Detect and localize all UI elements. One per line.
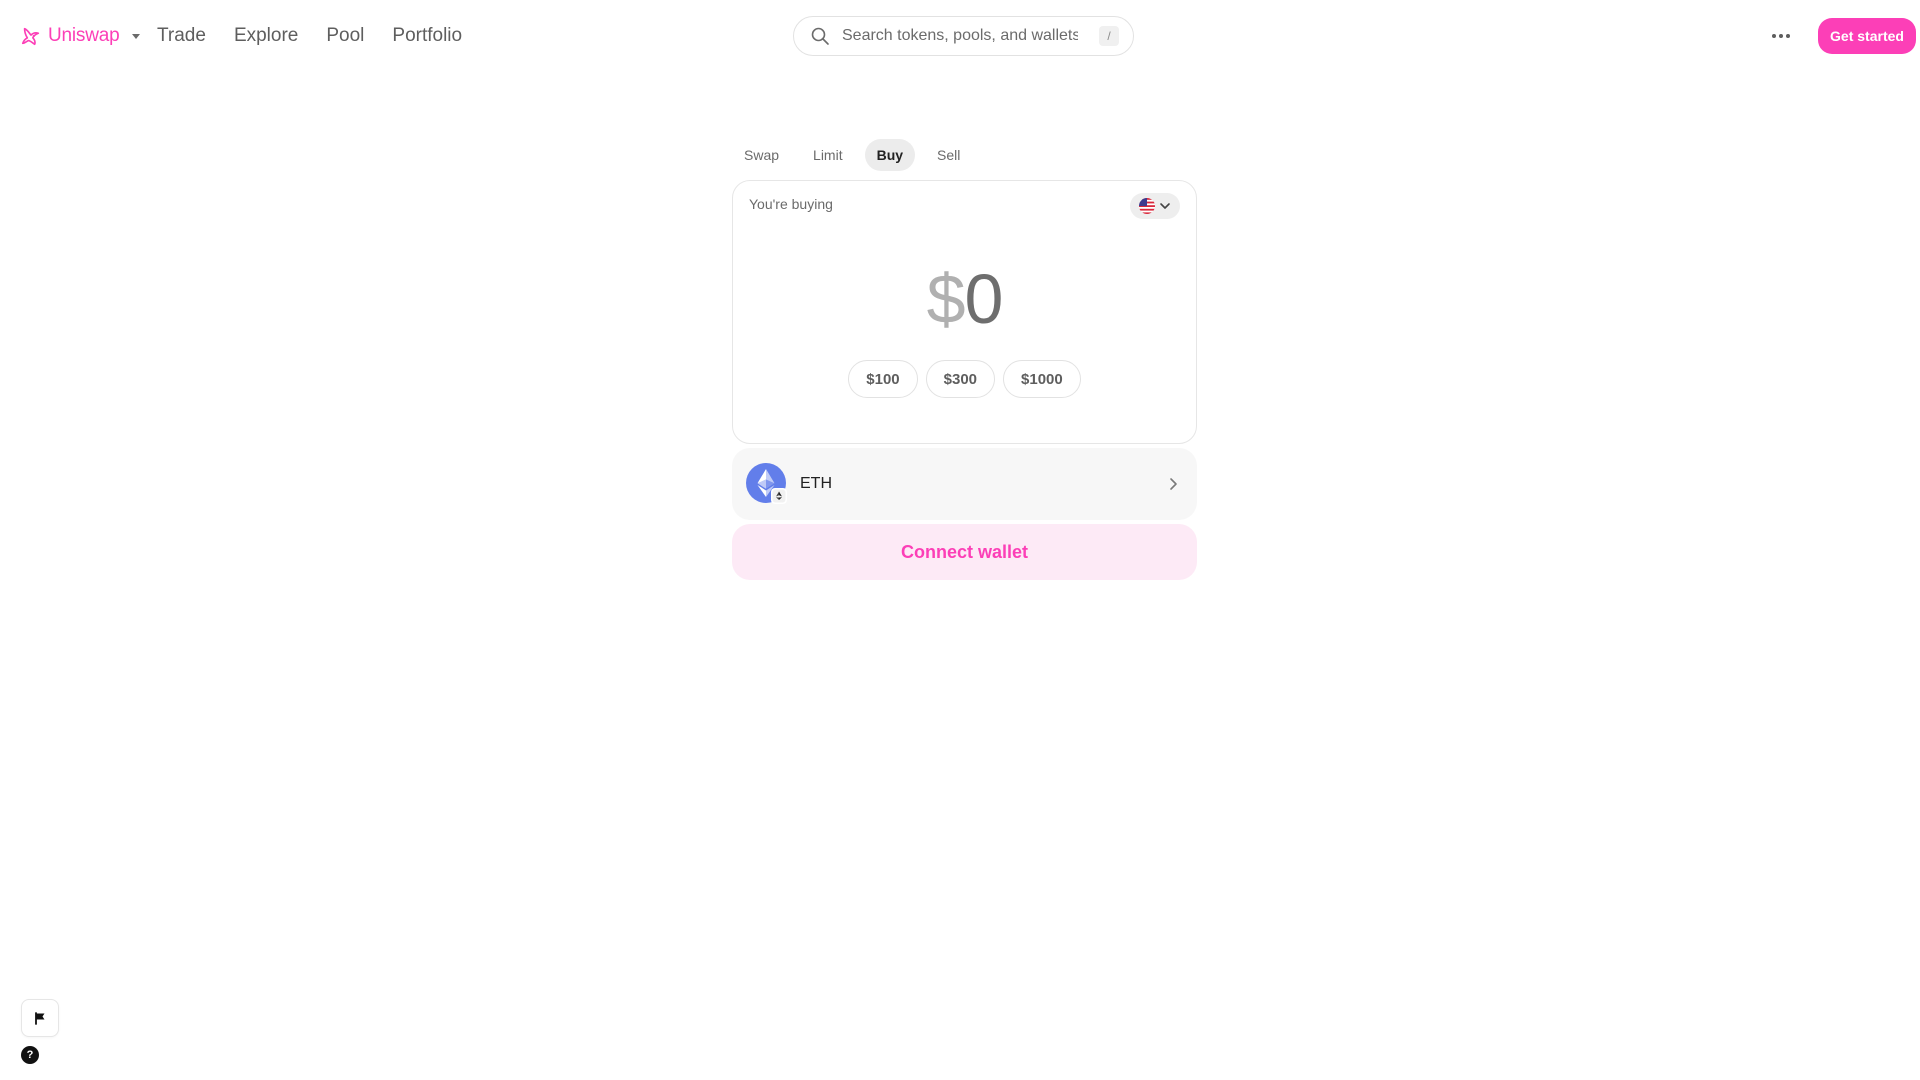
us-flag-icon [1139,198,1155,214]
flag-icon [35,1012,45,1025]
search-bar[interactable]: / [793,16,1134,56]
tab-buy[interactable]: Buy [864,139,916,171]
help-button[interactable]: ? [21,1046,39,1064]
nav-link-pool[interactable]: Pool [326,25,364,47]
preset-amounts: $100 $300 $1000 [733,360,1196,398]
top-nav: Uniswap Trade Explore Pool Portfolio / G… [0,0,1920,72]
buy-amount-panel: You're buying $0 $100 $300 $1000 [732,180,1197,444]
country-selector-button[interactable] [1130,193,1180,219]
amount-currency-symbol: $ [926,260,966,338]
tab-sell[interactable]: Sell [925,139,972,171]
search-shortcut-badge: / [1099,26,1119,46]
buying-label: You're buying [749,196,833,212]
amount-display[interactable]: $0 [733,259,1196,339]
brand-menu[interactable]: Uniswap [20,22,141,50]
preset-100-button[interactable]: $100 [848,360,918,398]
more-options-button[interactable] [1766,22,1796,50]
token-symbol: ETH [800,475,832,492]
more-horizontal-icon [1772,34,1790,38]
caret-down-icon [132,34,141,39]
tab-swap[interactable]: Swap [732,139,791,171]
nav-links: Trade Explore Pool Portfolio [157,22,462,50]
amount-value: 0 [964,260,1004,338]
brand-name: Uniswap [48,25,120,46]
feature-flags-button[interactable] [21,999,59,1037]
chevron-down-icon [1160,203,1170,209]
nav-link-explore[interactable]: Explore [234,25,298,47]
uniswap-logo-icon [21,27,40,46]
nav-link-portfolio[interactable]: Portfolio [392,25,462,47]
search-input[interactable] [842,27,1078,45]
get-started-button[interactable]: Get started [1818,18,1916,54]
buy-widget: Swap Limit Buy Sell You're buying $0 $10… [732,139,1197,580]
tab-limit[interactable]: Limit [801,139,855,171]
search-icon [811,27,829,45]
preset-300-button[interactable]: $300 [925,360,996,398]
trade-tabs: Swap Limit Buy Sell [732,139,1197,171]
preset-1000-button[interactable]: $1000 [1003,360,1081,398]
nav-link-trade[interactable]: Trade [157,25,206,47]
connect-wallet-button[interactable]: Connect wallet [732,524,1197,580]
eth-icon [746,463,787,504]
chevron-right-icon [1170,478,1177,490]
token-selector[interactable]: ETH [732,448,1197,520]
